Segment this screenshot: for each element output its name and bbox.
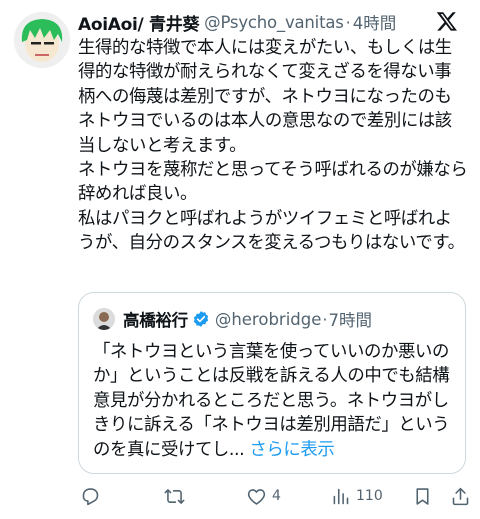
display-name[interactable]: AoiAoi/ 青井葵 xyxy=(78,10,199,35)
views-button[interactable]: 110 xyxy=(330,484,383,508)
action-bar: 4 110 xyxy=(78,484,470,508)
quoted-tweet[interactable]: 高橋裕行 @herobridge · 7時間 「ネトウヨという言葉を使っていいの… xyxy=(78,292,466,474)
share-button[interactable] xyxy=(450,484,471,508)
show-more-link[interactable]: さらに表示 xyxy=(244,440,334,460)
avatar[interactable] xyxy=(14,12,70,68)
tweet-header: AoiAoi/ 青井葵 @Psycho_vanitas · 4時間 xyxy=(78,10,468,35)
reply-button[interactable] xyxy=(80,484,106,508)
separator-dot: · xyxy=(345,12,351,32)
tweet-text: 生得的な特徴で本人には変えがたい、もしくは生得的な特徴が耐えられなくて変えざるを… xyxy=(78,38,468,254)
retweet-icon xyxy=(164,488,185,504)
like-count: 4 xyxy=(272,488,281,504)
post-time[interactable]: 4時間 xyxy=(353,10,397,34)
quoted-tweet-header: 高橋裕行 @herobridge · 7時間 xyxy=(93,307,372,331)
reply-icon xyxy=(82,487,99,505)
views-icon xyxy=(333,488,349,504)
quoted-avatar-image xyxy=(93,308,115,330)
verified-badge-icon xyxy=(193,311,208,327)
bookmark-button[interactable] xyxy=(412,484,433,508)
views-count: 110 xyxy=(356,488,383,504)
quoted-display-name: 高橋裕行 xyxy=(123,311,188,330)
quoted-avatar xyxy=(93,308,115,330)
quoted-tweet-text: 「ネトウヨという言葉を使っていいのか悪いのか」ということは反戦を訴える人の中でも… xyxy=(93,340,455,462)
share-icon xyxy=(452,487,469,505)
like-button[interactable]: 4 xyxy=(246,484,281,508)
avatar-image xyxy=(14,12,70,68)
x-logo-icon[interactable] xyxy=(436,10,458,32)
retweet-button[interactable] xyxy=(164,484,190,508)
quoted-handle: @herobridge xyxy=(214,309,322,329)
user-handle[interactable]: @Psycho_vanitas xyxy=(204,13,344,32)
heart-icon xyxy=(247,488,266,505)
bookmark-icon xyxy=(416,487,429,505)
quoted-separator-dot: · xyxy=(322,309,328,329)
quoted-post-time: 7時間 xyxy=(328,311,372,330)
